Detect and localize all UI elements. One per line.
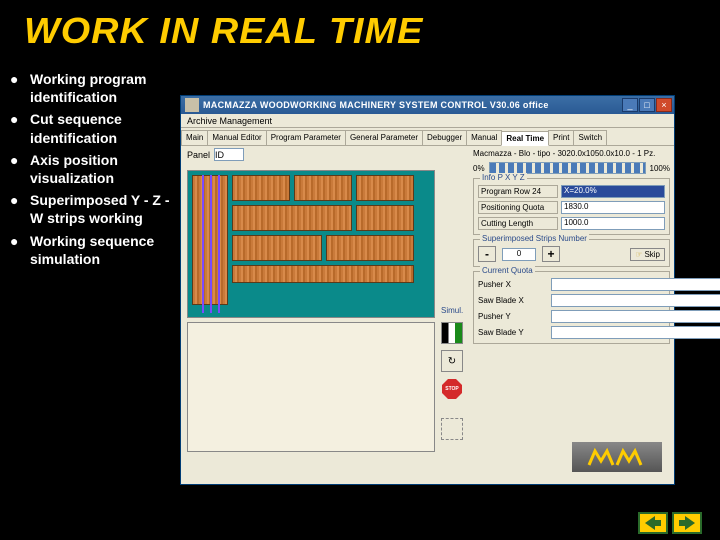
tab-switch[interactable]: Switch bbox=[573, 130, 607, 145]
hand-icon: ☞ bbox=[635, 250, 642, 259]
bullet-item: Superimposed Y - Z - W strips working bbox=[10, 191, 175, 227]
tab-manual[interactable]: Manual bbox=[466, 130, 502, 145]
panel-label: Panel bbox=[187, 150, 210, 160]
empty-icon[interactable] bbox=[441, 418, 463, 440]
group-quota: Current Quota Pusher X Saw Blade X Pushe… bbox=[473, 271, 670, 344]
slide-title: WORK IN REAL TIME bbox=[0, 0, 720, 52]
app-icon bbox=[185, 98, 199, 112]
skip-label: Skip bbox=[644, 250, 660, 259]
quota-input-0[interactable] bbox=[551, 278, 720, 291]
minimize-button[interactable]: _ bbox=[622, 98, 638, 112]
quota-label-1: Saw Blade X bbox=[478, 296, 548, 305]
window-title: MACMAZZA WOODWORKING MACHINERY SYSTEM CO… bbox=[203, 100, 622, 110]
close-button[interactable]: × bbox=[656, 98, 672, 112]
quota-label-2: Pusher Y bbox=[478, 312, 548, 321]
tab-debugger[interactable]: Debugger bbox=[422, 130, 467, 145]
group-quota-title: Current Quota bbox=[480, 266, 535, 275]
refresh-icon[interactable]: ↻ bbox=[441, 350, 463, 372]
pct-0: 0% bbox=[473, 164, 485, 173]
tab-main[interactable]: Main bbox=[181, 130, 208, 145]
panel-input[interactable] bbox=[214, 148, 244, 161]
menubar[interactable]: Archive Management bbox=[181, 114, 674, 128]
app-window: MACMAZZA WOODWORKING MACHINERY SYSTEM CO… bbox=[180, 95, 675, 485]
strips-value[interactable]: 0 bbox=[502, 248, 536, 261]
tab-bar: Main Manual Editor Program Parameter Gen… bbox=[181, 128, 674, 146]
side-panel: Macmazza - Blo - tipo - 3020.0x1050.0x10… bbox=[473, 146, 670, 480]
brand-logo bbox=[572, 442, 662, 472]
quota-input-3[interactable] bbox=[551, 326, 720, 339]
tab-body: Panel Simul. ↻ bbox=[181, 146, 674, 484]
bullet-item: Working sequence simulation bbox=[10, 232, 175, 268]
titlebar: MACMAZZA WOODWORKING MACHINERY SYSTEM CO… bbox=[181, 96, 674, 114]
bullet-list: Working program identification Cut seque… bbox=[10, 70, 175, 272]
info-label-2: Cutting Length bbox=[478, 217, 558, 230]
slide-pager bbox=[638, 512, 702, 534]
next-arrow-button[interactable] bbox=[672, 512, 702, 534]
bullet-item: Working program identification bbox=[10, 70, 175, 106]
tab-print[interactable]: Print bbox=[548, 130, 574, 145]
quota-label-0: Pusher X bbox=[478, 280, 548, 289]
bullet-item: Cut sequence identification bbox=[10, 110, 175, 146]
bottom-preview bbox=[187, 322, 435, 452]
bullet-item: Axis position visualization bbox=[10, 151, 175, 187]
simul-label: Simul. bbox=[441, 306, 463, 315]
plus-button[interactable]: + bbox=[542, 246, 560, 262]
flag-icon[interactable] bbox=[441, 322, 463, 344]
minus-button[interactable]: - bbox=[478, 246, 496, 262]
tab-realtime[interactable]: Real Time bbox=[501, 131, 549, 146]
tab-program-parameter[interactable]: Program Parameter bbox=[266, 130, 346, 145]
tool-column: ↻ STOP bbox=[441, 322, 467, 446]
quota-label-3: Saw Blade Y bbox=[478, 328, 548, 337]
group-strips-title: Superimposed Strips Number bbox=[480, 234, 589, 243]
pct-100: 100% bbox=[650, 164, 670, 173]
info-label-0: Program Row 24 bbox=[478, 185, 558, 198]
skip-button[interactable]: ☞ Skip bbox=[630, 248, 665, 261]
job-info: Macmazza - Blo - tipo - 3020.0x1050.0x10… bbox=[473, 146, 670, 162]
maximize-button[interactable]: □ bbox=[639, 98, 655, 112]
cut-preview bbox=[187, 170, 435, 318]
stop-icon[interactable]: STOP bbox=[441, 378, 463, 400]
quota-input-1[interactable] bbox=[551, 294, 720, 307]
group-strips: Superimposed Strips Number - 0 + ☞ Skip bbox=[473, 239, 670, 267]
tab-general-parameter[interactable]: General Parameter bbox=[345, 130, 423, 145]
group-info: Info P X Y Z Program Row 24 X=20.0% Posi… bbox=[473, 178, 670, 235]
info-value-0: X=20.0% bbox=[561, 185, 665, 198]
info-value-2: 1000.0 bbox=[561, 217, 665, 230]
group-info-title: Info P X Y Z bbox=[480, 173, 527, 182]
quota-input-2[interactable] bbox=[551, 310, 720, 323]
info-label-1: Positioning Quota bbox=[478, 201, 558, 214]
tab-manual-editor[interactable]: Manual Editor bbox=[207, 130, 266, 145]
prev-arrow-button[interactable] bbox=[638, 512, 668, 534]
info-value-1: 1830.0 bbox=[561, 201, 665, 214]
